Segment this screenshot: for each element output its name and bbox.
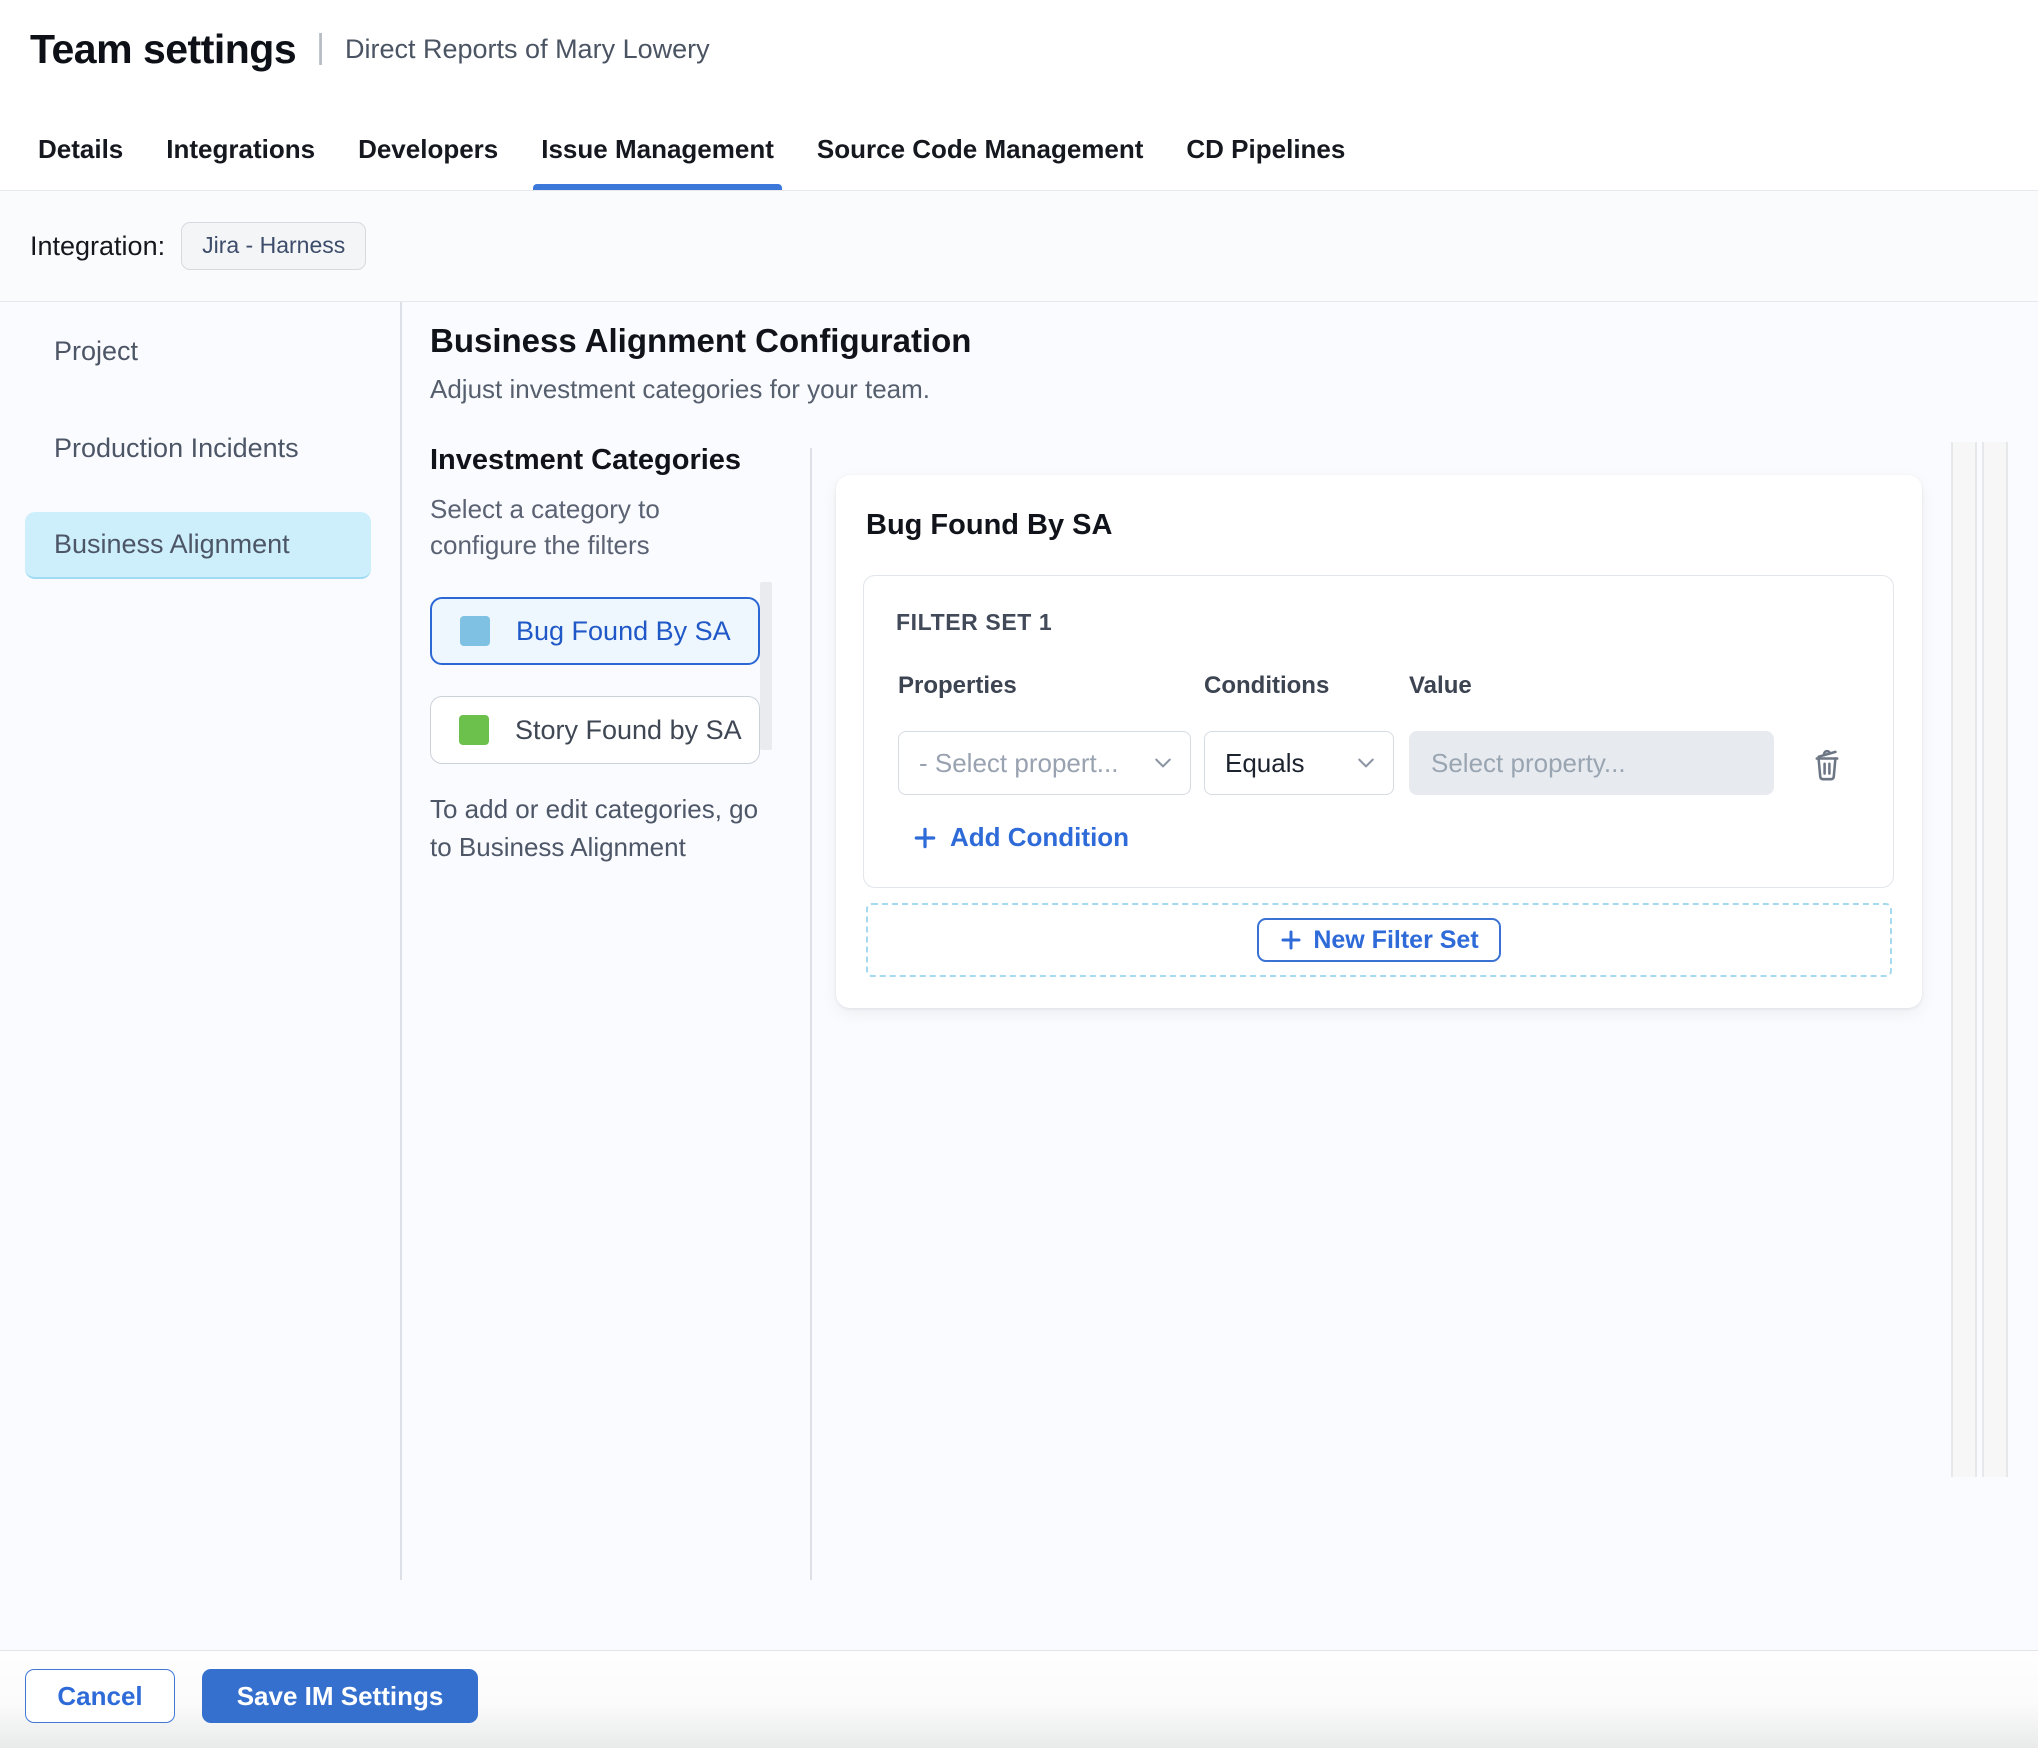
investment-categories-panel: Investment Categories Select a category …: [430, 444, 760, 866]
sidebar-item-label: Project: [54, 336, 139, 366]
column-label-conditions: Conditions: [1204, 672, 1330, 699]
vertical-scrollbar-track[interactable]: [1951, 442, 1977, 1477]
action-footer: Cancel Save IM Settings: [0, 1650, 2038, 1748]
new-filter-set-button[interactable]: New Filter Set: [1257, 918, 1501, 962]
column-label-properties: Properties: [898, 672, 1017, 699]
sidebar-item-project[interactable]: Project: [25, 318, 371, 385]
chevron-down-icon: [1357, 757, 1375, 769]
filter-set-box: FILTER SET 1 Properties Conditions Value…: [863, 575, 1894, 888]
section-subtitle: Adjust investment categories for your te…: [430, 374, 931, 404]
delete-condition-button[interactable]: [1802, 738, 1852, 788]
integration-chip[interactable]: Jira - Harness: [181, 222, 367, 270]
category-label: Story Found by SA: [515, 714, 742, 745]
tab-developers[interactable]: Developers: [358, 134, 498, 190]
save-im-settings-button[interactable]: Save IM Settings: [202, 1669, 478, 1723]
tab-details[interactable]: Details: [38, 134, 123, 190]
page-title: Team settings: [30, 26, 297, 72]
tab-cd-pipelines[interactable]: CD Pipelines: [1186, 134, 1345, 190]
filter-set-label: FILTER SET 1: [896, 609, 1053, 635]
settings-tab-bar: Details Integrations Developers Issue Ma…: [38, 134, 1345, 190]
category-config-card: Bug Found By SA FILTER SET 1 Properties …: [836, 475, 1922, 1008]
integration-bar: Integration: Jira - Harness: [0, 191, 2038, 302]
condition-select-value: Equals: [1225, 747, 1305, 778]
value-input[interactable]: [1409, 731, 1774, 795]
sidebar-item-label: Business Alignment: [54, 529, 290, 559]
trash-icon: [1809, 743, 1845, 783]
condition-select[interactable]: Equals: [1204, 731, 1394, 795]
sidebar-item-business-alignment[interactable]: Business Alignment: [25, 512, 371, 579]
category-color-swatch: [459, 715, 489, 745]
app-header: Team settings | Direct Reports of Mary L…: [0, 0, 2038, 191]
cancel-button[interactable]: Cancel: [25, 1669, 175, 1723]
add-condition-button[interactable]: Add Condition: [912, 822, 1129, 853]
category-label: Bug Found By SA: [516, 615, 731, 646]
categories-footnote: To add or edit categories, go to Busines…: [430, 794, 759, 862]
column-label-value: Value: [1409, 672, 1472, 699]
tab-source-code-management[interactable]: Source Code Management: [817, 134, 1144, 190]
sidebar-item-label: Production Incidents: [54, 433, 299, 463]
sidebar-divider: [400, 302, 402, 1580]
section-title: Business Alignment Configuration: [430, 322, 972, 359]
category-button-bug-found-by-sa[interactable]: Bug Found By SA: [430, 597, 760, 665]
header-brand: Team settings | Direct Reports of Mary L…: [30, 26, 710, 73]
chevron-down-icon: [1154, 757, 1172, 769]
investment-categories-hint: Select a category to configure the filte…: [430, 494, 660, 560]
plus-icon: [912, 825, 938, 851]
new-filter-set-dropzone: New Filter Set: [866, 903, 1892, 977]
header-subtitle: Direct Reports of Mary Lowery: [345, 34, 710, 64]
property-select[interactable]: - Select propert...: [898, 731, 1191, 795]
content-area: Project Production Incidents Business Al…: [0, 302, 2038, 1650]
tab-integrations[interactable]: Integrations: [166, 134, 315, 190]
categories-scrollbar[interactable]: [760, 582, 772, 750]
sidebar-item-production-incidents[interactable]: Production Incidents: [25, 415, 371, 482]
categories-divider: [810, 448, 812, 1580]
investment-categories-heading: Investment Categories: [430, 444, 742, 476]
plus-icon: [1279, 928, 1303, 952]
add-condition-label: Add Condition: [950, 822, 1130, 852]
config-card-title: Bug Found By SA: [866, 509, 1113, 541]
integration-label: Integration:: [30, 230, 166, 261]
category-button-story-found-by-sa[interactable]: Story Found by SA: [430, 696, 760, 764]
title-separator: |: [316, 28, 325, 66]
property-select-value: - Select propert...: [919, 747, 1119, 778]
tab-issue-management[interactable]: Issue Management: [533, 134, 782, 190]
vertical-scrollbar-track[interactable]: [1982, 442, 2008, 1477]
category-color-swatch: [460, 616, 490, 646]
new-filter-set-label: New Filter Set: [1313, 925, 1479, 954]
